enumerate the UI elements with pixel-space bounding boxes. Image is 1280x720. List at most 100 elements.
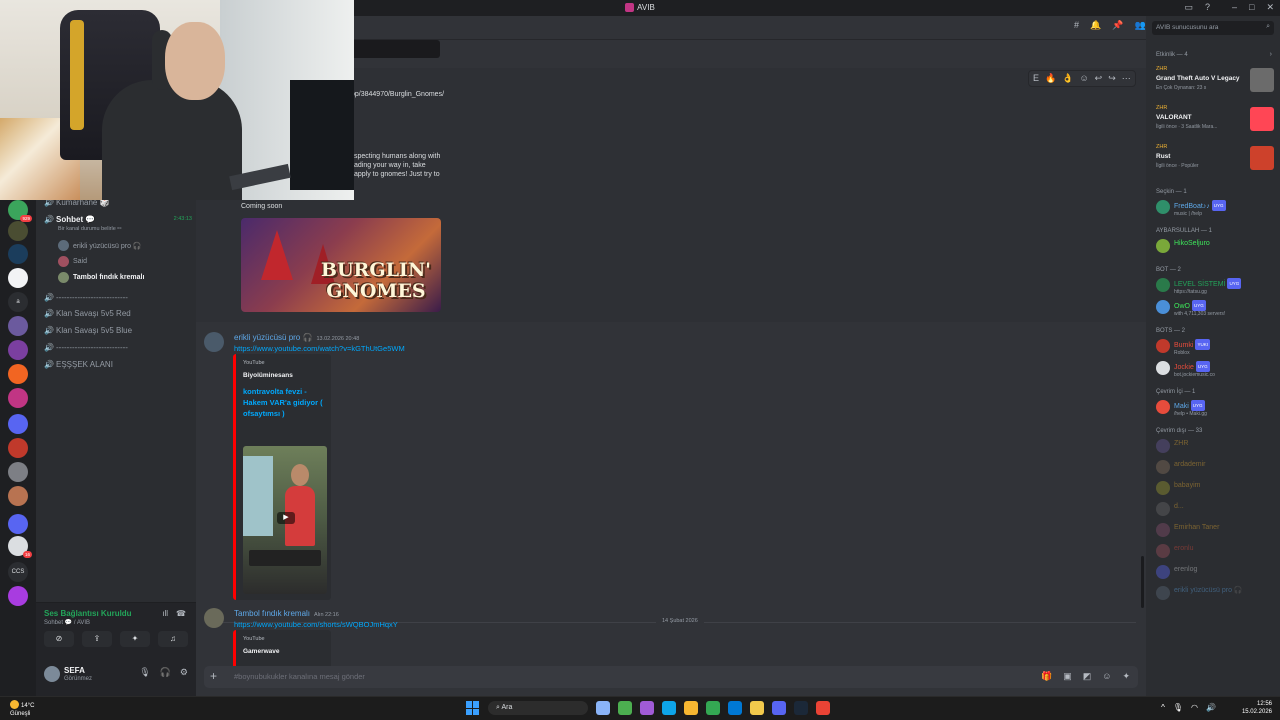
member-row[interactable]: eronlu (1156, 544, 1193, 558)
gift-icon[interactable]: 🎁 (1041, 671, 1052, 682)
taskbar-app-icon[interactable] (706, 701, 720, 715)
inbox-icon[interactable]: ▭ (1184, 2, 1193, 13)
emoji-reaction-icon[interactable]: E (1033, 73, 1039, 84)
embed-provider[interactable]: YouTube (243, 636, 265, 642)
reply-icon[interactable]: ↩ (1095, 73, 1103, 84)
mic-tray-icon[interactable]: 🎙 (1173, 703, 1183, 712)
message-link[interactable]: https://www.youtube.com/shorts/sWQBOJmHq… (234, 620, 398, 629)
channel-sohbet[interactable]: 🔊 Sohbet 💬 2:43:13 (44, 215, 192, 224)
notification-bell-icon[interactable]: 🔔 (1090, 20, 1101, 31)
channel-status[interactable]: Bir kanal durumu belirle ✏ (58, 226, 122, 232)
maximize-button[interactable]: □ (1249, 2, 1254, 13)
server-icon[interactable]: a (8, 292, 28, 312)
server-icon[interactable] (8, 514, 28, 534)
video-thumbnail[interactable]: ▶ (243, 446, 327, 594)
camera-button[interactable]: ⊘ (44, 631, 74, 647)
embed-link[interactable]: op/3844970/Burglin_Gnomes/ (351, 90, 444, 99)
embed-author[interactable]: Gamerwave (243, 648, 280, 655)
mic-icon[interactable]: 🎙 (139, 667, 150, 678)
member-row[interactable]: erenlog (1156, 565, 1197, 579)
voice-connected-label[interactable]: Ses Bağlantısı Kuruldu (44, 609, 132, 618)
server-icon[interactable] (8, 364, 28, 384)
channel-essek[interactable]: 🔊 EŞŞŞEK ALANI (44, 360, 113, 369)
help-icon[interactable]: ? (1205, 2, 1210, 13)
user-avatar[interactable] (204, 332, 224, 352)
embed-title[interactable]: kontravolta fevzi - Hakem VAR'a gidiyor … (243, 386, 329, 419)
member-row[interactable]: ardademir (1156, 460, 1206, 474)
server-icon[interactable] (8, 438, 28, 458)
user-avatar[interactable] (44, 666, 60, 682)
taskbar-app-icon[interactable] (684, 701, 698, 715)
user-avatar[interactable] (204, 608, 224, 628)
member-row[interactable]: d... (1156, 502, 1184, 516)
sticker-icon[interactable]: ◩ (1083, 671, 1092, 682)
voice-user[interactable]: Said (58, 256, 87, 267)
ok-reaction-icon[interactable]: 👌 (1062, 73, 1073, 84)
taskbar-app-icon[interactable] (618, 701, 632, 715)
server-icon[interactable] (8, 462, 28, 482)
member-row[interactable]: ZHR (1156, 439, 1188, 453)
weather-widget[interactable]: 14°C Güneşli (10, 700, 34, 718)
member-row[interactable]: OwO UYG with 4,711,303 servers! (1156, 300, 1225, 317)
taskbar-app-icon[interactable] (640, 701, 654, 715)
activity-card[interactable]: ZHR Rust İlgili önce · Popüler (1152, 144, 1276, 178)
play-icon[interactable]: ▶ (277, 512, 295, 524)
windows-start-icon[interactable] (466, 701, 480, 715)
noise-suppression-icon[interactable]: ıll (162, 609, 168, 618)
pin-icon[interactable]: 📌 (1112, 20, 1123, 31)
member-row[interactable]: FredBoat♪♪ UYG music | /help (1156, 200, 1226, 217)
system-clock[interactable]: 12:56 15.02.2026 (1242, 700, 1272, 716)
member-list-icon[interactable]: 👥 (1134, 20, 1145, 31)
member-row[interactable]: Bumki YUKI Roblox (1156, 339, 1210, 356)
channel-divider-2[interactable]: 🔊 --------------------------- (44, 343, 128, 352)
server-icon[interactable] (8, 340, 28, 360)
add-reaction-icon[interactable]: ☺ (1079, 73, 1088, 84)
taskbar-app-icon[interactable] (662, 701, 676, 715)
chat-scrollbar[interactable] (1141, 556, 1144, 608)
channel-klan-blue[interactable]: 🔊 Klan Savaşı 5v5 Blue (44, 326, 132, 335)
headphones-icon[interactable]: 🎧 (160, 667, 171, 678)
embed-provider[interactable]: YouTube (243, 360, 265, 366)
voice-user[interactable]: erikli yüzücüsü pro 🎧 (58, 240, 142, 251)
fire-reaction-icon[interactable]: 🔥 (1045, 73, 1056, 84)
member-row[interactable]: LEVEL SİSTEMİ UYG https://tatsu.gg (1156, 278, 1242, 295)
taskbar-app-icon[interactable] (750, 701, 764, 715)
member-row[interactable]: babayim (1156, 481, 1200, 495)
activity-card[interactable]: ZHR Grand Theft Auto V Legacy En Çok Oynan… (1152, 66, 1276, 100)
member-row[interactable]: Emirhan Taner (1156, 523, 1219, 537)
member-row[interactable]: Maki UYG/help • Maki.gg (1156, 400, 1207, 417)
gif-icon[interactable]: ▣ (1063, 671, 1072, 682)
server-icon[interactable] (8, 414, 28, 434)
message-author[interactable]: Tambol fındık kremalı Alın 22:16 (234, 609, 339, 618)
activity-card[interactable]: ZHR VALORANT İlgili önce · 3 Saatlik Mara.… (1152, 105, 1276, 139)
taskbar-app-icon[interactable] (772, 701, 786, 715)
taskbar-app-icon[interactable] (728, 701, 742, 715)
user-name[interactable]: SEFA (64, 666, 85, 675)
disconnect-icon[interactable]: ☎ (176, 609, 186, 618)
attach-plus-icon[interactable]: + (210, 669, 217, 683)
wifi-icon[interactable]: ◠ (1191, 703, 1198, 712)
forward-icon[interactable]: ↪ (1108, 73, 1116, 84)
server-search-input[interactable]: AVIB sunucusunu ara ⌕ (1152, 21, 1274, 35)
threads-icon[interactable]: # (1074, 20, 1079, 31)
server-icon[interactable] (8, 268, 28, 288)
channel-divider-1[interactable]: 🔊 --------------------------- (44, 293, 128, 302)
member-row[interactable]: Jockie UYG bot.jockiemusic.co (1156, 361, 1215, 378)
chevron-right-icon[interactable]: › (1270, 51, 1272, 58)
member-row[interactable]: erikli yüzücüsü pro 🎧 (1156, 586, 1243, 600)
server-icon[interactable] (8, 244, 28, 264)
taskbar-search[interactable]: ⌕ Ara (488, 701, 588, 715)
apps-icon[interactable]: ✦ (1122, 671, 1130, 682)
screen-share-button[interactable]: ⇪ (82, 631, 112, 647)
more-options-icon[interactable]: ⋯ (1122, 73, 1131, 84)
server-icon[interactable] (8, 586, 28, 606)
taskbar-app-icon[interactable] (816, 701, 830, 715)
activities-button[interactable]: ✦ (120, 631, 150, 647)
composer-placeholder[interactable]: #boynubukukler kanalına mesaj gönder (234, 672, 365, 681)
settings-gear-icon[interactable]: ⚙ (180, 667, 188, 678)
message-author[interactable]: erikli yüzücüsü pro 🎧 13.02.2026 20:48 (234, 333, 359, 342)
game-cover-image[interactable]: BURGLIN' GNOMES (241, 218, 441, 312)
server-icon[interactable] (8, 388, 28, 408)
soundboard-button[interactable]: ♫ (158, 631, 188, 647)
message-link[interactable]: https://www.youtube.com/watch?v=kGThUtGe… (234, 344, 405, 353)
